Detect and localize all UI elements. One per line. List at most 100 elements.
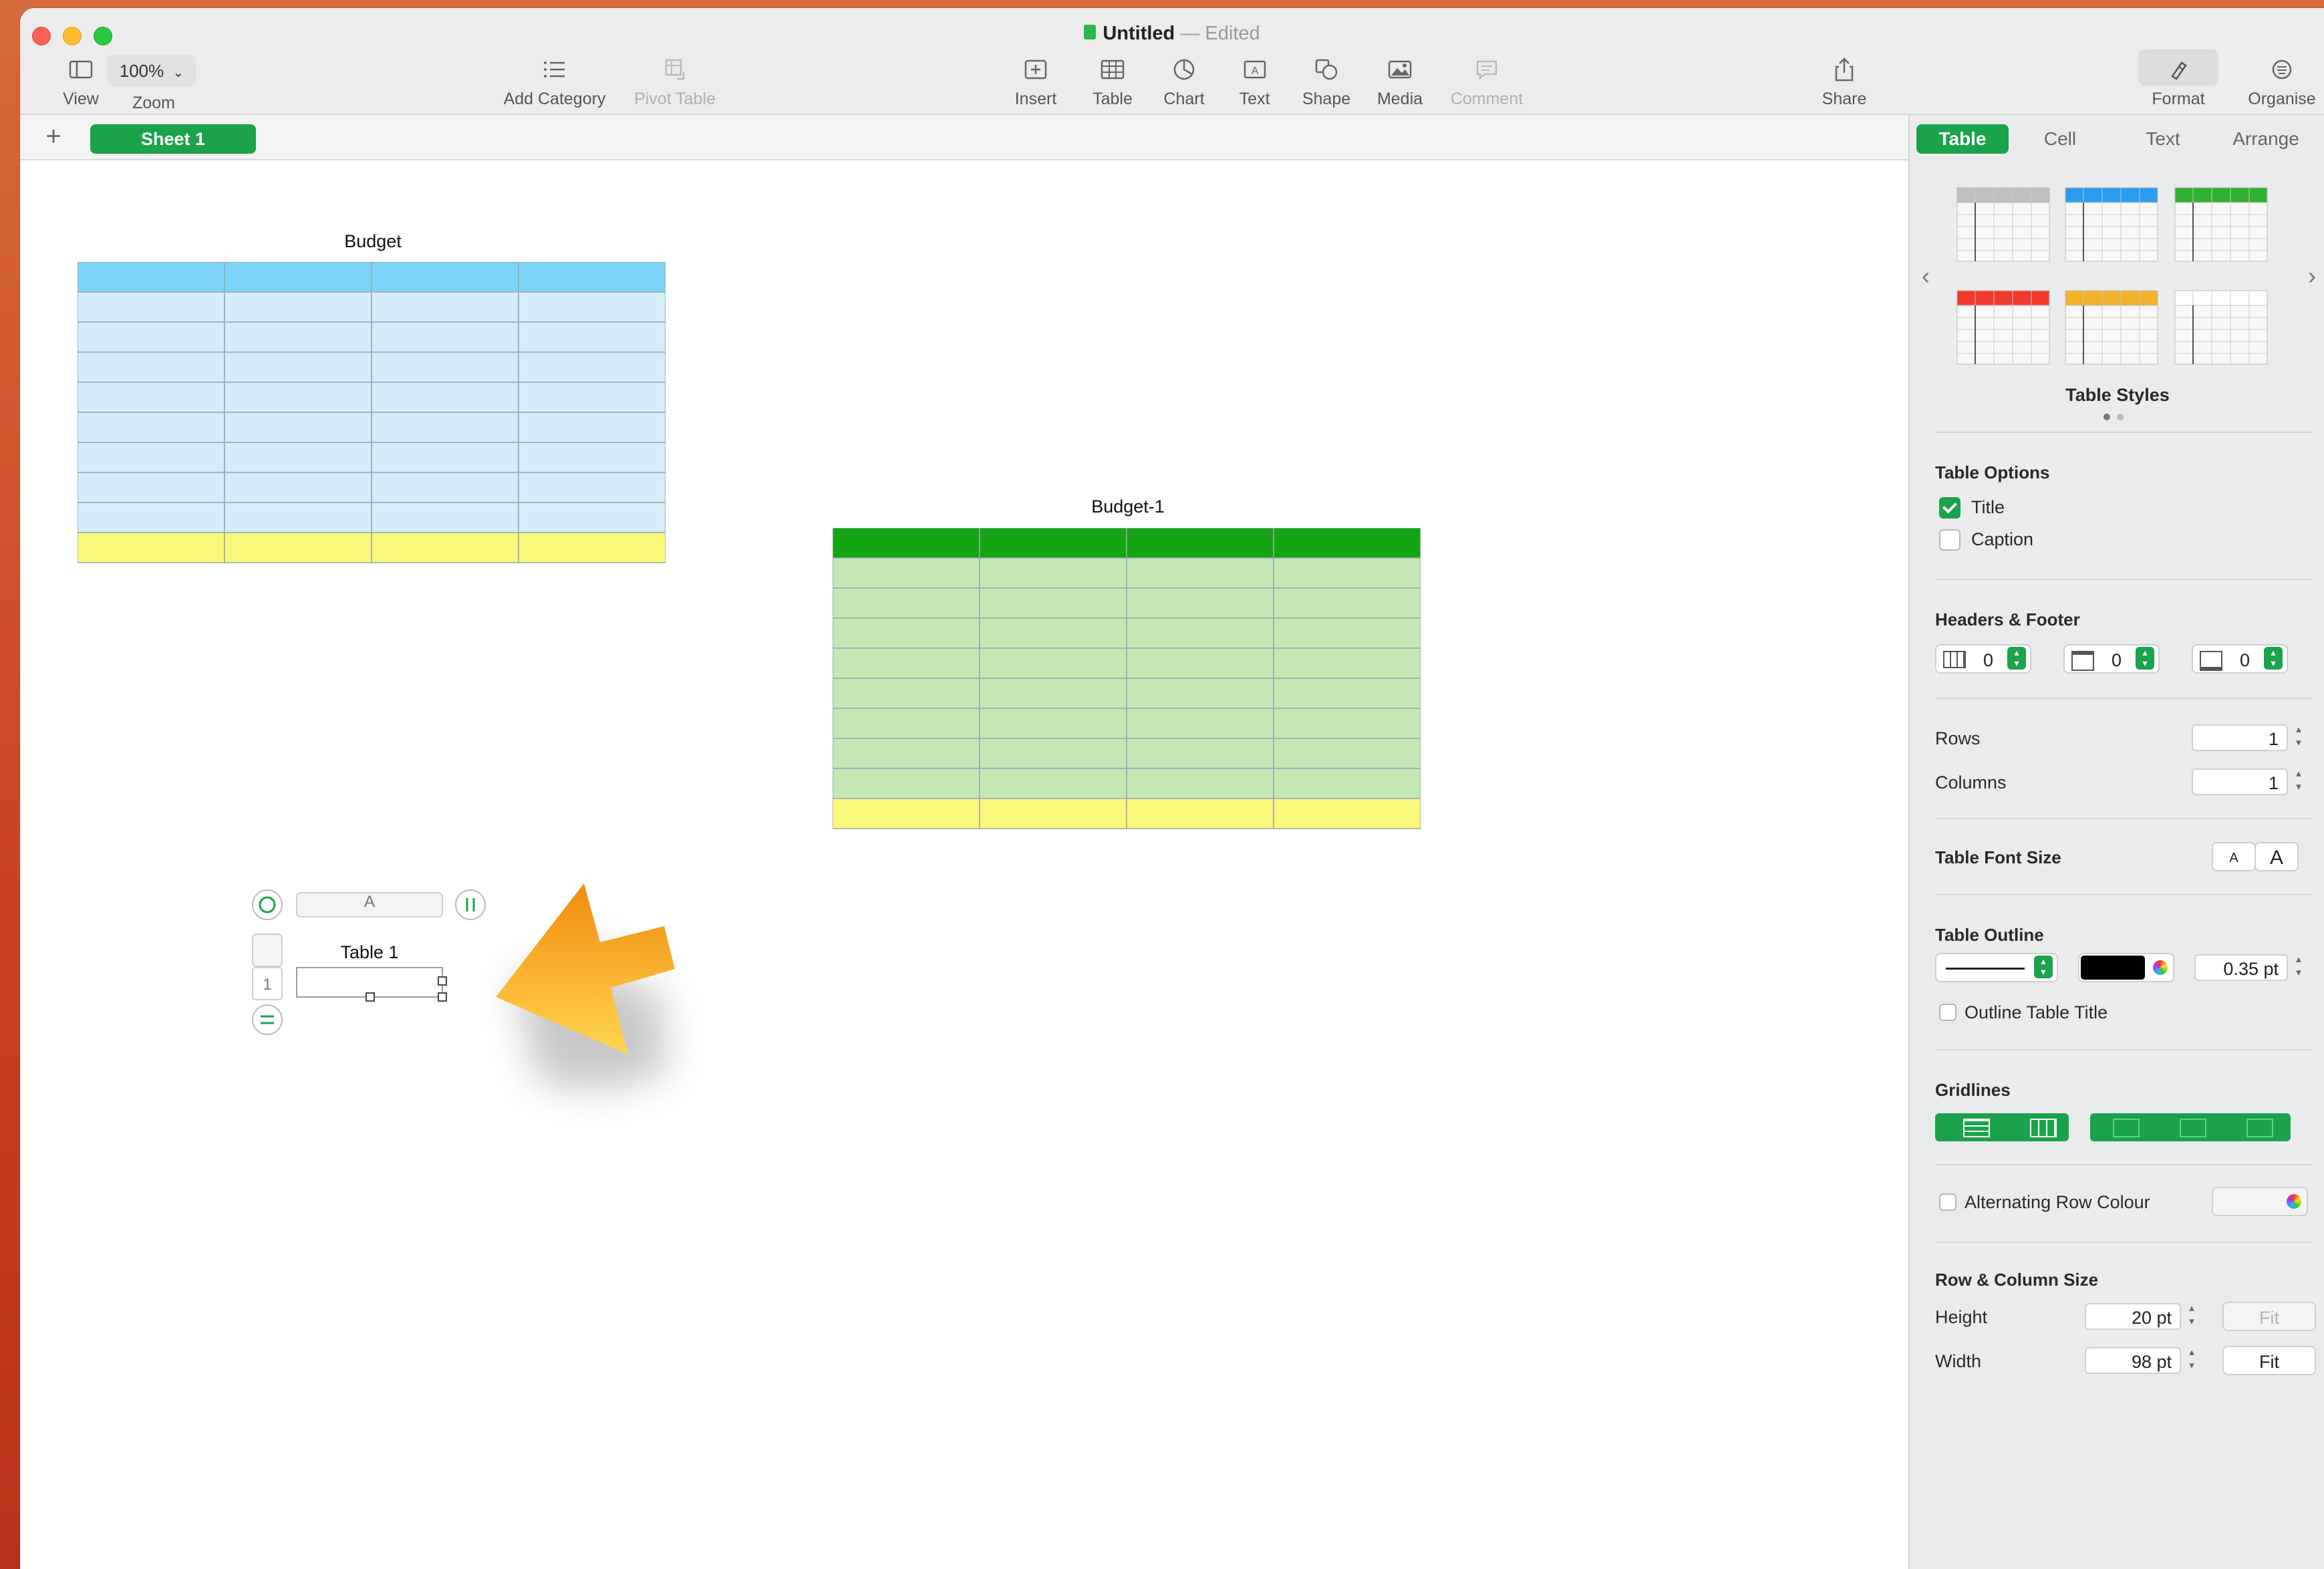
budget-table-cell[interactable] [518,351,666,383]
budget-table-cell[interactable] [518,502,666,533]
outline-title-checkbox[interactable] [1939,1004,1956,1021]
budget-1-table-cell[interactable] [979,617,1127,649]
budget-table-cell[interactable] [371,412,519,443]
column-a-header[interactable]: A [297,893,442,911]
budget-table-cell[interactable] [224,472,372,503]
tab-text[interactable]: Text [2112,124,2214,154]
budget-table-cell[interactable] [518,472,666,503]
budget-1-table-cell[interactable] [1273,528,1421,559]
budget-table-cell[interactable] [224,262,372,293]
budget-1-table-cell[interactable] [1273,708,1421,739]
budget-1-table-cell[interactable] [833,648,980,679]
alternating-color-well[interactable] [2212,1187,2308,1216]
budget-table-cell[interactable] [371,442,519,473]
budget-1-table-cell[interactable] [1273,587,1421,619]
insert-button[interactable]: Insert [1002,56,1069,109]
width-field[interactable]: 98 pt [2085,1347,2181,1374]
budget-1-table-cell[interactable] [833,557,980,589]
grid-header-rows-icon[interactable] [2113,1119,2140,1137]
budget-1-table-cell[interactable] [1126,648,1274,679]
budget-table-cell[interactable] [371,291,519,323]
budget-1-table-cell[interactable] [979,798,1127,829]
chevron-left-icon[interactable]: ‹ [1922,262,1930,290]
columns-stepper[interactable]: ▴ ▾ [2292,767,2305,797]
tab-cell[interactable]: Cell [2009,124,2112,154]
budget-table-cell[interactable] [518,412,666,443]
budget-table-cell[interactable] [224,412,372,443]
table-style-thumb[interactable] [2174,187,2268,262]
budget-1-table-cell[interactable] [1126,768,1274,799]
increase-font-button[interactable]: A [2255,842,2299,871]
budget-1-table-cell[interactable] [1126,617,1274,649]
format-button[interactable]: Format [2138,56,2218,109]
budget-1-table-cell[interactable] [979,678,1127,709]
table-style-thumb[interactable] [1956,290,2050,365]
pivot-table-button[interactable]: Pivot Table [615,56,735,109]
budget-1-table-cell[interactable] [833,617,980,649]
budget-1-table-cell[interactable] [833,678,980,709]
header-rows-arrows[interactable]: ▴ ▾ [2007,647,2026,670]
table-title-budget[interactable]: Budget [79,231,667,252]
media-button[interactable]: Media [1366,56,1433,109]
tab-table[interactable]: Table [1916,124,2009,154]
budget-1-table-cell[interactable] [1273,557,1421,589]
budget-table-cell[interactable] [518,291,666,323]
zoom-select[interactable]: 100% ⌄ [107,55,196,87]
budget-1-table-cell[interactable] [1273,617,1421,649]
sheet-tab[interactable]: Sheet 1 [90,124,256,154]
budget-1-table-cell[interactable] [979,557,1127,589]
budget-table-cell[interactable] [371,382,519,413]
budget-table-cell[interactable] [78,472,225,503]
add-category-button[interactable]: Add Category [488,56,621,109]
share-button[interactable]: Share [1811,56,1878,109]
add-sheet-button[interactable]: + [40,123,67,151]
budget-1-table-cell[interactable] [979,648,1127,679]
budget-1-table-cell[interactable] [833,528,980,559]
budget-table-cell[interactable] [371,262,519,293]
chart-button[interactable]: Chart [1151,56,1217,109]
title-checkbox[interactable] [1939,497,1960,519]
budget-table[interactable] [78,262,666,564]
budget-table-cell[interactable] [78,321,225,353]
budget-table-cell[interactable] [224,351,372,383]
caption-checkbox[interactable] [1939,529,1960,551]
grid-horizontal-icon[interactable] [1963,1119,1990,1137]
budget-1-table-cell[interactable] [1273,738,1421,769]
budget-table-cell[interactable] [78,291,225,323]
fit-width-button[interactable]: Fit [2222,1346,2316,1375]
columns-field[interactable]: 1 [2192,768,2288,795]
organise-button[interactable]: Organise [2242,56,2322,109]
table-button[interactable]: Table [1079,56,1146,109]
height-field[interactable]: 20 pt [2085,1303,2181,1330]
budget-table-cell[interactable] [78,532,225,563]
budget-1-table-cell[interactable] [833,587,980,619]
tab-arrange[interactable]: Arrange [2214,124,2317,154]
budget-table-cell[interactable] [518,532,666,563]
table-title-table-1[interactable]: Table 1 [297,942,442,963]
rows-field[interactable]: 1 [2192,724,2288,751]
height-stepper[interactable]: ▴ ▾ [2185,1302,2198,1331]
budget-1-table[interactable] [833,528,1421,830]
budget-table-cell[interactable] [371,351,519,383]
table-style-thumb[interactable] [2174,290,2268,365]
budget-table-cell[interactable] [78,442,225,473]
budget-1-table-cell[interactable] [1273,648,1421,679]
budget-1-table-cell[interactable] [979,768,1127,799]
budget-table-cell[interactable] [78,351,225,383]
budget-1-table-cell[interactable] [979,528,1127,559]
budget-1-table-cell[interactable] [1273,678,1421,709]
fit-height-button[interactable]: Fit [2222,1302,2316,1331]
budget-table-cell[interactable] [224,532,372,563]
rows-stepper[interactable]: ▴ ▾ [2292,723,2305,752]
budget-1-table-cell[interactable] [833,738,980,769]
width-stepper[interactable]: ▴ ▾ [2185,1346,2198,1375]
header-columns-arrows[interactable]: ▴ ▾ [2136,647,2154,670]
budget-1-table-cell[interactable] [979,708,1127,739]
shape-button[interactable]: Shape [1293,56,1360,109]
budget-1-table-cell[interactable] [833,708,980,739]
decrease-font-button[interactable]: A [2212,842,2256,871]
budget-table-cell[interactable] [78,502,225,533]
budget-1-table-cell[interactable] [979,738,1127,769]
budget-1-table-cell[interactable] [1273,768,1421,799]
budget-1-table-cell[interactable] [979,587,1127,619]
